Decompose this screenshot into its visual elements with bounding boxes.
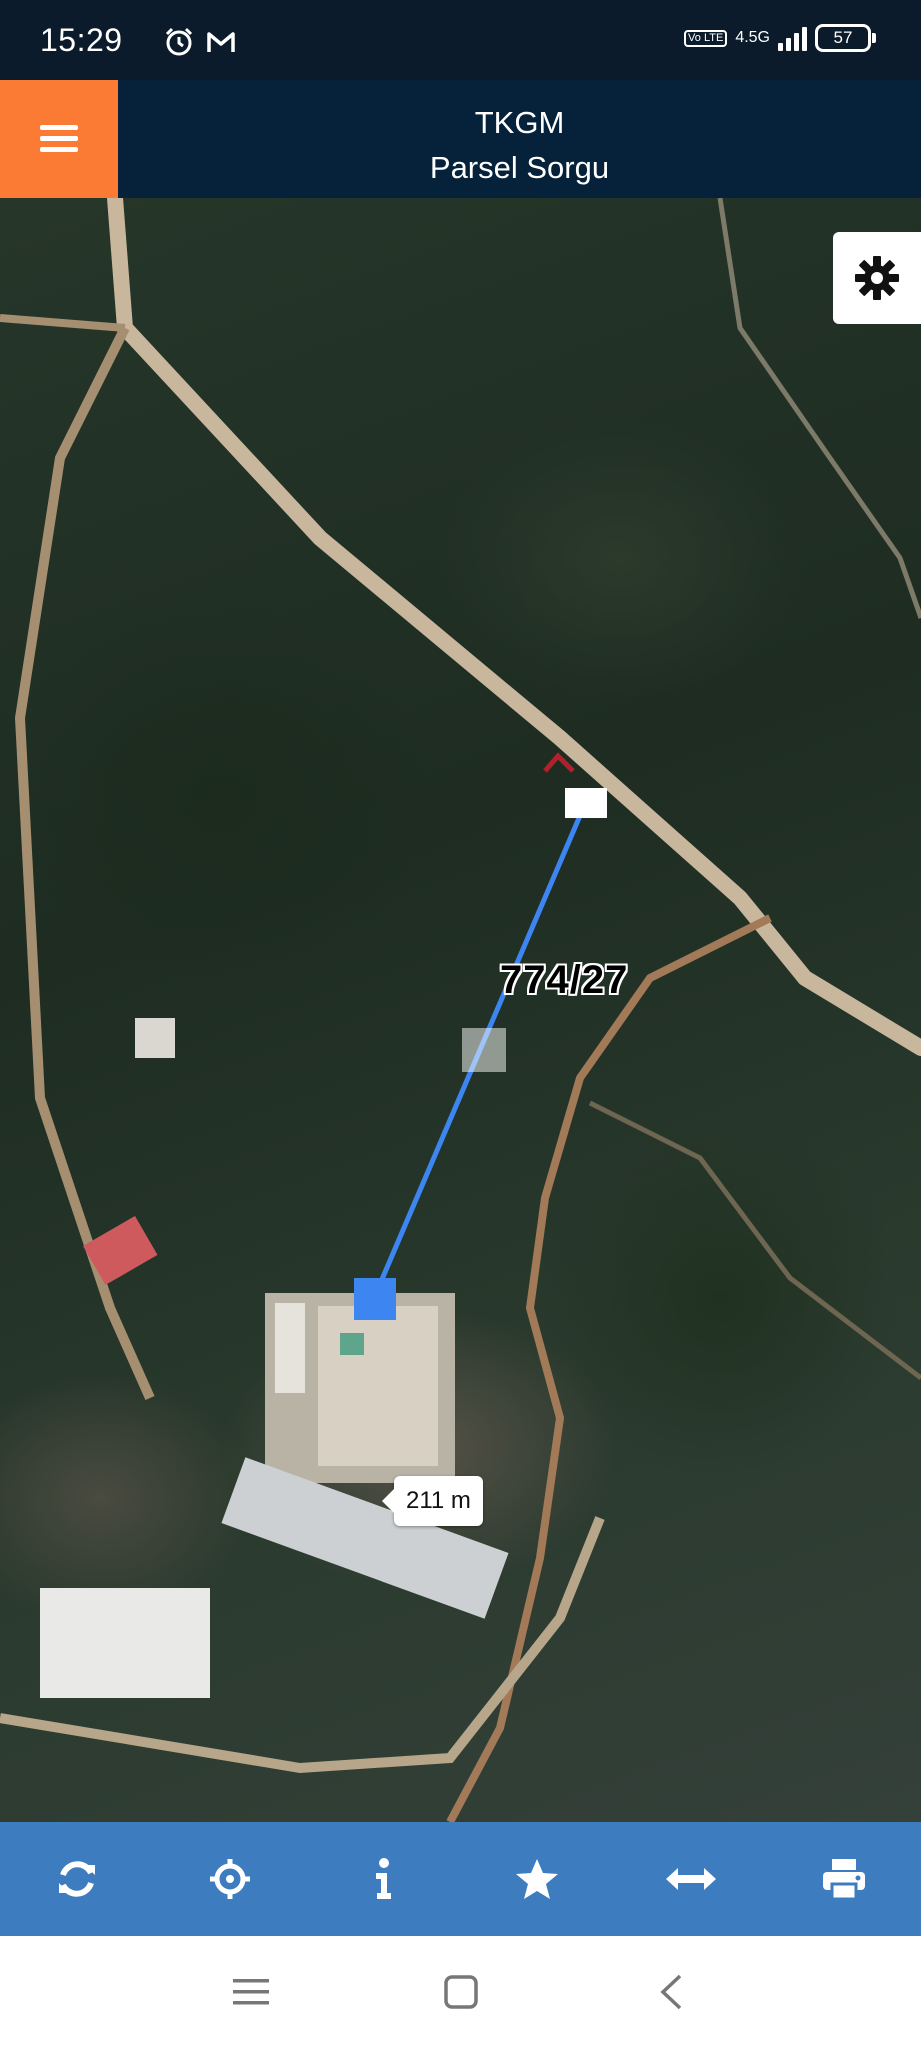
hamburger-icon xyxy=(40,125,78,152)
measure-button[interactable] xyxy=(651,1839,731,1919)
refresh-icon xyxy=(58,1861,95,1897)
status-system-icons: Vo LTE 4.5G 57 xyxy=(684,24,876,52)
app-header: TKGM Parsel Sorgu xyxy=(0,80,921,198)
satellite-map[interactable]: 774/27 211 m xyxy=(0,198,921,1822)
measure-mid-handle[interactable] xyxy=(462,1028,506,1072)
gear-icon xyxy=(855,256,899,300)
battery-icon: 57 xyxy=(815,24,876,52)
building-complex xyxy=(40,1018,509,1698)
print-icon xyxy=(823,1859,866,1901)
menu-button[interactable] xyxy=(0,80,118,198)
home-button[interactable] xyxy=(436,1967,486,2017)
recent-apps-button[interactable] xyxy=(226,1967,276,2017)
measure-icon xyxy=(665,1868,716,1890)
info-button[interactable] xyxy=(344,1839,424,1919)
status-bar: 15:29 Vo LTE 4.5G 57 xyxy=(0,0,921,80)
measure-start-handle[interactable] xyxy=(565,788,607,818)
back-button[interactable] xyxy=(646,1967,696,2017)
volte-badge: Vo LTE xyxy=(684,29,728,47)
square-icon xyxy=(443,1975,478,2009)
distance-label: 211 m xyxy=(382,1476,483,1526)
road xyxy=(107,198,921,1056)
status-time: 15:29 xyxy=(40,22,123,58)
status-notification-icons xyxy=(163,26,237,58)
settings-button[interactable] xyxy=(833,232,921,324)
parcel-label[interactable]: 774/27 xyxy=(500,958,628,1003)
chevron-left-icon xyxy=(659,1974,681,2010)
header-title-block: TKGM Parsel Sorgu xyxy=(118,100,921,190)
print-button[interactable] xyxy=(804,1839,884,1919)
info-icon xyxy=(375,1858,391,1899)
parcel-marker-icon xyxy=(543,752,575,773)
refresh-button[interactable] xyxy=(37,1839,117,1919)
dirt-road xyxy=(588,1100,921,1380)
gmail-icon xyxy=(207,32,235,52)
favorites-button[interactable] xyxy=(497,1839,577,1919)
road xyxy=(0,314,126,332)
locate-icon xyxy=(210,1859,251,1899)
locate-button[interactable] xyxy=(190,1839,270,1919)
measure-end-handle[interactable] xyxy=(354,1278,396,1320)
star-icon xyxy=(516,1859,559,1899)
app-subtitle: Parsel Sorgu xyxy=(429,150,610,185)
menu-lines-icon xyxy=(232,1979,269,2005)
map-features xyxy=(0,198,921,1822)
signal-icon xyxy=(778,25,807,51)
map-toolbar xyxy=(0,1822,921,1936)
battery-level: 57 xyxy=(833,28,853,47)
alarm-icon xyxy=(165,27,193,56)
network-type: 4.5G xyxy=(735,29,770,46)
system-nav-bar xyxy=(0,1936,921,2048)
app-title: TKGM xyxy=(474,105,565,140)
